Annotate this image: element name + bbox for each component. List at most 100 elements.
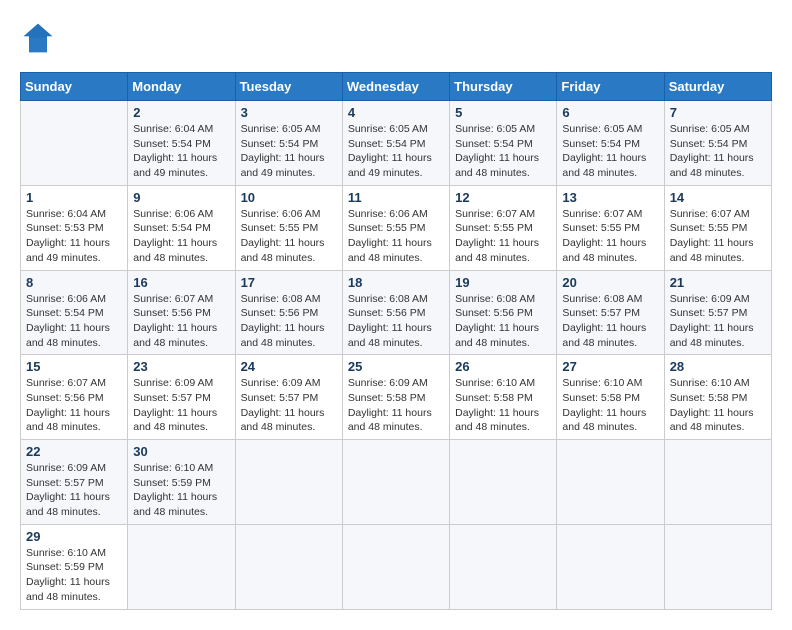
- logo: [20, 20, 60, 56]
- calendar-day-cell: 9 Sunrise: 6:06 AM Sunset: 5:54 PM Daylig…: [128, 185, 235, 270]
- day-info: Sunrise: 6:06 AM Sunset: 5:55 PM Dayligh…: [241, 207, 337, 266]
- calendar-day-cell: 25 Sunrise: 6:09 AM Sunset: 5:58 PM Dayli…: [342, 355, 449, 440]
- calendar-day-cell: 26 Sunrise: 6:10 AM Sunset: 5:58 PM Dayli…: [450, 355, 557, 440]
- calendar-header: SundayMondayTuesdayWednesdayThursdayFrid…: [21, 73, 772, 101]
- day-number: 20: [562, 275, 658, 290]
- calendar-day-cell: [235, 440, 342, 525]
- day-number: 8: [26, 275, 122, 290]
- day-info: Sunrise: 6:07 AM Sunset: 5:56 PM Dayligh…: [133, 292, 229, 351]
- day-number: 17: [241, 275, 337, 290]
- day-of-week-header: Saturday: [664, 73, 771, 101]
- day-info: Sunrise: 6:10 AM Sunset: 5:58 PM Dayligh…: [455, 376, 551, 435]
- day-number: 27: [562, 359, 658, 374]
- calendar-day-cell: [21, 101, 128, 186]
- day-info: Sunrise: 6:05 AM Sunset: 5:54 PM Dayligh…: [241, 122, 337, 181]
- calendar-day-cell: 22 Sunrise: 6:09 AM Sunset: 5:57 PM Dayli…: [21, 440, 128, 525]
- day-info: Sunrise: 6:08 AM Sunset: 5:57 PM Dayligh…: [562, 292, 658, 351]
- calendar-day-cell: 30Sunrise: 6:10 AM Sunset: 5:59 PM Dayli…: [128, 440, 235, 525]
- day-info: Sunrise: 6:09 AM Sunset: 5:57 PM Dayligh…: [670, 292, 766, 351]
- day-of-week-header: Tuesday: [235, 73, 342, 101]
- day-info: Sunrise: 6:04 AM Sunset: 5:53 PM Dayligh…: [26, 207, 122, 266]
- day-number: 13: [562, 190, 658, 205]
- calendar-day-cell: 11 Sunrise: 6:06 AM Sunset: 5:55 PM Dayli…: [342, 185, 449, 270]
- calendar-day-cell: 28 Sunrise: 6:10 AM Sunset: 5:58 PM Dayli…: [664, 355, 771, 440]
- calendar-day-cell: 13 Sunrise: 6:07 AM Sunset: 5:55 PM Dayli…: [557, 185, 664, 270]
- calendar-day-cell: 10Sunrise: 6:06 AM Sunset: 5:55 PM Dayli…: [235, 185, 342, 270]
- day-number: 26: [455, 359, 551, 374]
- day-info: Sunrise: 6:05 AM Sunset: 5:54 PM Dayligh…: [348, 122, 444, 181]
- day-number: 7: [670, 105, 766, 120]
- page-header: [20, 20, 772, 56]
- day-number: 28: [670, 359, 766, 374]
- day-number: 14: [670, 190, 766, 205]
- day-number: 21: [670, 275, 766, 290]
- day-info: Sunrise: 6:08 AM Sunset: 5:56 PM Dayligh…: [455, 292, 551, 351]
- calendar-week-row: 29 Sunrise: 6:10 AM Sunset: 5:59 PM Dayli…: [21, 524, 772, 609]
- calendar-day-cell: [557, 524, 664, 609]
- day-number: 30: [133, 444, 229, 459]
- calendar-day-cell: 29 Sunrise: 6:10 AM Sunset: 5:59 PM Dayli…: [21, 524, 128, 609]
- calendar-day-cell: [664, 524, 771, 609]
- calendar-day-cell: 12Sunrise: 6:07 AM Sunset: 5:55 PM Dayli…: [450, 185, 557, 270]
- calendar-week-row: 15Sunrise: 6:07 AM Sunset: 5:56 PM Dayli…: [21, 355, 772, 440]
- day-of-week-header: Thursday: [450, 73, 557, 101]
- day-number: 16: [133, 275, 229, 290]
- calendar-day-cell: 3 Sunrise: 6:05 AM Sunset: 5:54 PM Daylig…: [235, 101, 342, 186]
- day-info: Sunrise: 6:10 AM Sunset: 5:58 PM Dayligh…: [562, 376, 658, 435]
- calendar-day-cell: 18Sunrise: 6:08 AM Sunset: 5:56 PM Dayli…: [342, 270, 449, 355]
- day-number: 5: [455, 105, 551, 120]
- calendar-day-cell: 19Sunrise: 6:08 AM Sunset: 5:56 PM Dayli…: [450, 270, 557, 355]
- day-number: 1: [26, 190, 122, 205]
- calendar-day-cell: 16 Sunrise: 6:07 AM Sunset: 5:56 PM Dayli…: [128, 270, 235, 355]
- logo-icon: [20, 20, 56, 56]
- calendar-day-cell: 6 Sunrise: 6:05 AM Sunset: 5:54 PM Daylig…: [557, 101, 664, 186]
- day-info: Sunrise: 6:07 AM Sunset: 5:55 PM Dayligh…: [670, 207, 766, 266]
- day-number: 22: [26, 444, 122, 459]
- day-number: 2: [133, 105, 229, 120]
- day-info: Sunrise: 6:06 AM Sunset: 5:55 PM Dayligh…: [348, 207, 444, 266]
- day-info: Sunrise: 6:09 AM Sunset: 5:57 PM Dayligh…: [26, 461, 122, 520]
- calendar-day-cell: 21 Sunrise: 6:09 AM Sunset: 5:57 PM Dayli…: [664, 270, 771, 355]
- day-number: 9: [133, 190, 229, 205]
- day-number: 11: [348, 190, 444, 205]
- day-of-week-header: Monday: [128, 73, 235, 101]
- day-number: 3: [241, 105, 337, 120]
- day-info: Sunrise: 6:09 AM Sunset: 5:57 PM Dayligh…: [241, 376, 337, 435]
- day-info: Sunrise: 6:10 AM Sunset: 5:59 PM Dayligh…: [26, 546, 122, 605]
- calendar-day-cell: 27 Sunrise: 6:10 AM Sunset: 5:58 PM Dayli…: [557, 355, 664, 440]
- calendar-day-cell: [128, 524, 235, 609]
- day-info: Sunrise: 6:10 AM Sunset: 5:58 PM Dayligh…: [670, 376, 766, 435]
- day-of-week-header: Wednesday: [342, 73, 449, 101]
- calendar-day-cell: [450, 440, 557, 525]
- day-of-week-header: Friday: [557, 73, 664, 101]
- calendar-day-cell: 24 Sunrise: 6:09 AM Sunset: 5:57 PM Dayli…: [235, 355, 342, 440]
- day-info: Sunrise: 6:06 AM Sunset: 5:54 PM Dayligh…: [133, 207, 229, 266]
- day-info: Sunrise: 6:07 AM Sunset: 5:55 PM Dayligh…: [562, 207, 658, 266]
- calendar-day-cell: [235, 524, 342, 609]
- calendar-day-cell: 17 Sunrise: 6:08 AM Sunset: 5:56 PM Dayli…: [235, 270, 342, 355]
- day-info: Sunrise: 6:08 AM Sunset: 5:56 PM Dayligh…: [241, 292, 337, 351]
- day-info: Sunrise: 6:05 AM Sunset: 5:54 PM Dayligh…: [455, 122, 551, 181]
- day-info: Sunrise: 6:07 AM Sunset: 5:55 PM Dayligh…: [455, 207, 551, 266]
- day-number: 15: [26, 359, 122, 374]
- day-number: 29: [26, 529, 122, 544]
- calendar-week-row: 8 Sunrise: 6:06 AM Sunset: 5:54 PM Daylig…: [21, 270, 772, 355]
- day-info: Sunrise: 6:09 AM Sunset: 5:57 PM Dayligh…: [133, 376, 229, 435]
- day-info: Sunrise: 6:05 AM Sunset: 5:54 PM Dayligh…: [562, 122, 658, 181]
- day-number: 25: [348, 359, 444, 374]
- day-number: 4: [348, 105, 444, 120]
- day-info: Sunrise: 6:06 AM Sunset: 5:54 PM Dayligh…: [26, 292, 122, 351]
- calendar-day-cell: 4 Sunrise: 6:05 AM Sunset: 5:54 PM Daylig…: [342, 101, 449, 186]
- calendar-day-cell: [557, 440, 664, 525]
- calendar-week-row: 2 Sunrise: 6:04 AM Sunset: 5:54 PM Daylig…: [21, 101, 772, 186]
- day-number: 23: [133, 359, 229, 374]
- day-info: Sunrise: 6:04 AM Sunset: 5:54 PM Dayligh…: [133, 122, 229, 181]
- calendar-week-row: 1 Sunrise: 6:04 AM Sunset: 5:53 PM Daylig…: [21, 185, 772, 270]
- day-number: 18: [348, 275, 444, 290]
- calendar-day-cell: [664, 440, 771, 525]
- calendar-day-cell: 23 Sunrise: 6:09 AM Sunset: 5:57 PM Dayli…: [128, 355, 235, 440]
- calendar-table: SundayMondayTuesdayWednesdayThursdayFrid…: [20, 72, 772, 610]
- day-number: 6: [562, 105, 658, 120]
- day-info: Sunrise: 6:09 AM Sunset: 5:58 PM Dayligh…: [348, 376, 444, 435]
- day-number: 24: [241, 359, 337, 374]
